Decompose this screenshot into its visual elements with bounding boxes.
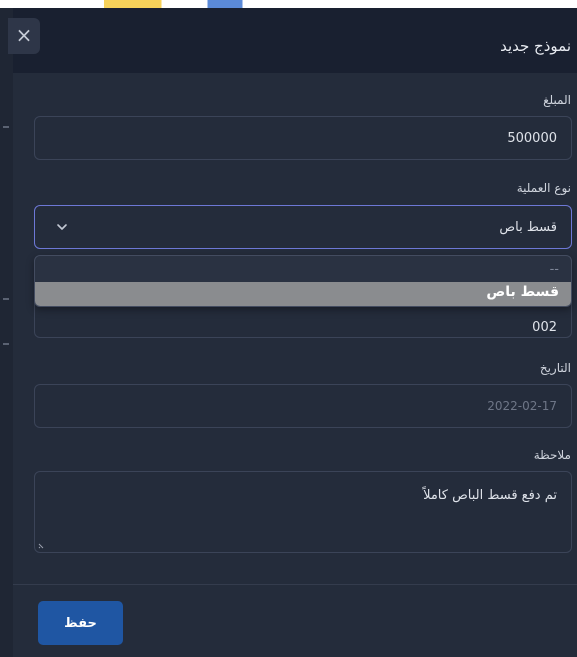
option-label: قسط باص [486,284,559,300]
note-label: ملاحظة [533,448,571,462]
operation-type-dropdown: -- قسط باص [34,255,572,307]
date-label: التاريخ [539,361,571,375]
amount-value: 500000 [507,130,557,146]
note-textarea[interactable]: تم دفع قسط الباص كاملاً [34,471,572,553]
modal-title: نموذج جديد [500,37,571,55]
save-button[interactable]: حفظ [38,601,123,645]
close-button[interactable]: × [8,18,40,54]
date-value: 2022-02-17 [487,399,557,413]
amount-input[interactable]: 500000 [34,116,572,160]
operation-type-selected: قسط باص [499,219,557,235]
page: نموذج جديد × المبلغ 500000 نوع العملية ق… [0,0,577,657]
resize-handle-icon[interactable] [37,540,47,550]
close-icon: × [15,23,33,47]
amount-label: المبلغ [543,93,571,107]
chevron-down-icon [57,224,67,230]
option-label: -- [549,262,559,277]
background-mark [3,126,9,128]
dropdown-option-empty[interactable]: -- [35,256,571,282]
operation-type-select[interactable]: قسط باص [34,205,572,249]
modal-header: نموذج جديد [13,8,577,73]
date-input[interactable]: 2022-02-17 [34,384,572,428]
background-mark [3,298,9,300]
background-sidebar [0,8,13,657]
note-value: تم دفع قسط الباص كاملاً [423,488,557,503]
dropdown-option-bus-installment[interactable]: قسط باص [35,282,571,306]
background-banner [0,0,577,8]
background-mark [3,343,9,345]
new-form-modal: نموذج جديد × المبلغ 500000 نوع العملية ق… [8,8,577,657]
operation-type-label: نوع العملية [516,181,571,195]
footer-divider [13,584,577,585]
